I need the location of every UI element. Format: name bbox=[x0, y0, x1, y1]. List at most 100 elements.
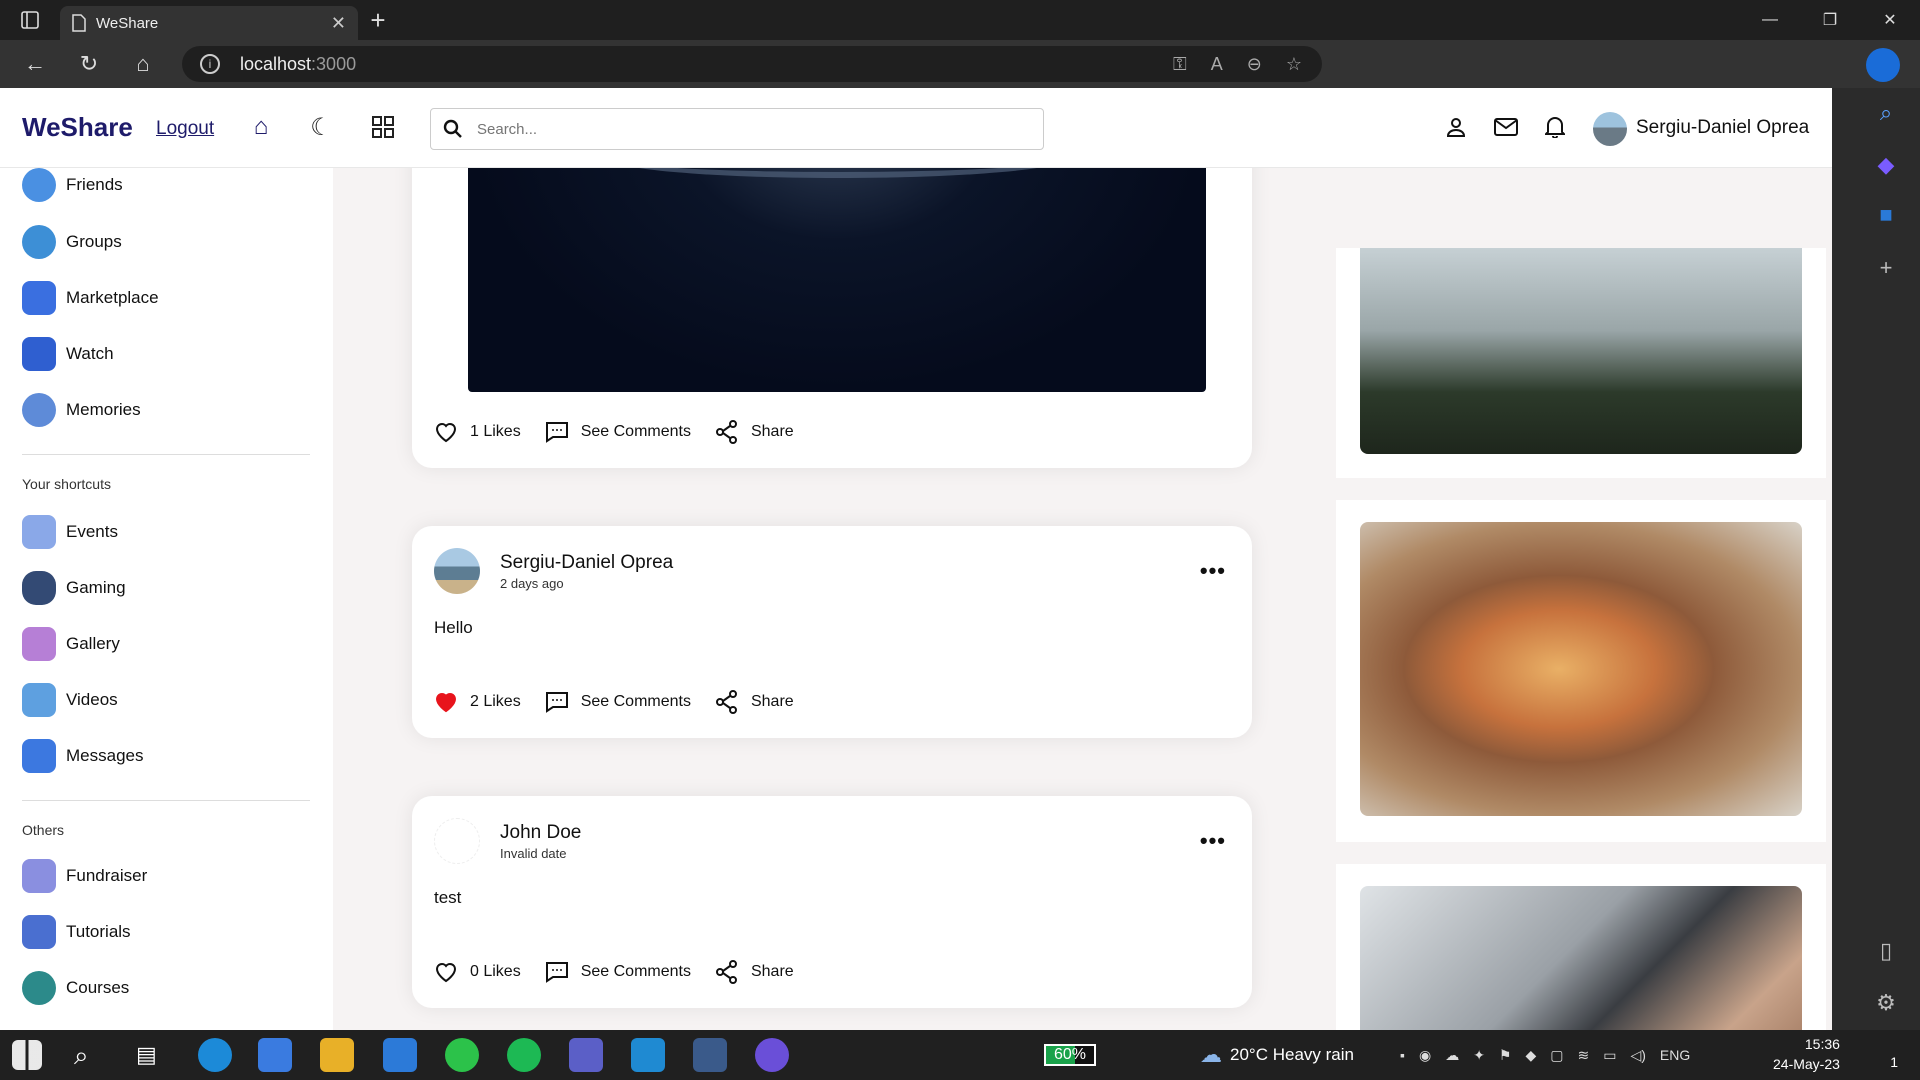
add-sidebar-icon[interactable]: + bbox=[1873, 255, 1899, 281]
sidebar-item-watch[interactable]: Watch bbox=[22, 337, 114, 371]
sidebar-item-events[interactable]: Events bbox=[22, 515, 118, 549]
bing-icon[interactable] bbox=[1866, 48, 1900, 82]
minimize-icon[interactable]: — bbox=[1740, 0, 1800, 40]
app-viewport: 1 Likes See Comments Share Sergiu-Daniel… bbox=[0, 88, 1832, 1030]
sidebar-item-gaming[interactable]: Gaming bbox=[22, 571, 126, 605]
notifications-icon[interactable]: 1 bbox=[1868, 1040, 1898, 1070]
search-input[interactable] bbox=[477, 120, 997, 138]
outlook-icon[interactable]: ■ bbox=[1873, 202, 1899, 228]
post-text: Hello bbox=[434, 618, 473, 637]
tab-actions-icon[interactable] bbox=[0, 0, 60, 40]
whatsapp-icon[interactable] bbox=[445, 1038, 479, 1072]
comments-button[interactable]: See Comments bbox=[545, 961, 691, 983]
onedrive-icon[interactable]: ☁ bbox=[1445, 1047, 1459, 1064]
tray-icon[interactable]: ⚑ bbox=[1499, 1047, 1512, 1064]
sidebar-item-memories[interactable]: Memories bbox=[22, 393, 141, 427]
share-button[interactable]: Share bbox=[715, 960, 794, 984]
sidebar-item-messages[interactable]: Messages bbox=[22, 739, 143, 773]
apps-grid-icon[interactable] bbox=[370, 114, 396, 140]
battery-widget[interactable]: 60% bbox=[1044, 1030, 1097, 1080]
sidebar-item-label: Courses bbox=[66, 978, 130, 997]
search-sidebar-icon[interactable]: ⌕ bbox=[1873, 100, 1899, 126]
refresh-icon[interactable]: ↻ bbox=[62, 40, 116, 88]
person-icon[interactable] bbox=[1443, 114, 1469, 140]
post-author[interactable]: Sergiu-Daniel Oprea bbox=[500, 552, 673, 574]
sidebar-item-marketplace[interactable]: Marketplace bbox=[22, 281, 159, 315]
sidebar-item-friends[interactable]: Friends bbox=[22, 168, 123, 202]
back-icon[interactable]: ← bbox=[8, 40, 62, 88]
like-button[interactable]: 2 Likes bbox=[434, 691, 521, 713]
bell-icon[interactable] bbox=[1542, 114, 1568, 140]
tray-icon[interactable]: ▢ bbox=[1550, 1047, 1563, 1064]
browser-tab[interactable]: WeShare ✕ bbox=[60, 6, 358, 40]
sidebar-item-tutorials[interactable]: Tutorials bbox=[22, 915, 131, 949]
avatar[interactable] bbox=[434, 548, 480, 594]
battery-icon[interactable]: ▭ bbox=[1603, 1047, 1616, 1064]
task-view-icon[interactable]: ▤ bbox=[136, 1038, 170, 1072]
phone-trading-image[interactable] bbox=[1360, 886, 1802, 1030]
weather-widget[interactable]: ☁ 20°C Heavy rain bbox=[1200, 1030, 1354, 1080]
share-button[interactable]: Share bbox=[715, 420, 794, 444]
mail-app-icon[interactable] bbox=[383, 1038, 417, 1072]
comments-button[interactable]: See Comments bbox=[545, 421, 691, 443]
url-field[interactable]: i localhost:3000 ⚿ A ⊖ ☆ bbox=[182, 46, 1322, 82]
app-taskbar-icon[interactable] bbox=[693, 1038, 727, 1072]
more-options-icon[interactable]: ••• bbox=[1200, 558, 1226, 584]
tray-icon[interactable]: ◉ bbox=[1419, 1047, 1431, 1064]
new-tab-button[interactable]: + bbox=[358, 5, 398, 36]
read-aloud-icon[interactable]: A bbox=[1211, 54, 1223, 75]
sidebar-item-gallery[interactable]: Gallery bbox=[22, 627, 120, 661]
post-actions: 0 Likes See Comments Share bbox=[434, 960, 818, 984]
copilot-icon[interactable]: ◆ bbox=[1873, 152, 1899, 178]
clock[interactable]: 15:36 24-May-23 bbox=[1773, 1034, 1840, 1074]
teams-icon[interactable] bbox=[569, 1038, 603, 1072]
spotify-icon[interactable] bbox=[507, 1038, 541, 1072]
like-button[interactable]: 1 Likes bbox=[434, 421, 521, 443]
home-icon[interactable]: ⌂ bbox=[248, 113, 274, 140]
dark-mode-icon[interactable]: ☾ bbox=[308, 114, 334, 141]
share-button[interactable]: Share bbox=[715, 690, 794, 714]
notification-count: 1 bbox=[1890, 1054, 1898, 1070]
settings-icon[interactable]: ⚙ bbox=[1873, 990, 1899, 1016]
more-options-icon[interactable]: ••• bbox=[1200, 828, 1226, 854]
comments-label: See Comments bbox=[580, 423, 691, 440]
zoom-out-icon[interactable]: ⊖ bbox=[1247, 54, 1262, 75]
search-taskbar-icon[interactable]: ⌕ bbox=[74, 1038, 108, 1072]
like-button[interactable]: 0 Likes bbox=[434, 961, 521, 983]
ferris-wheel-image[interactable] bbox=[1360, 248, 1802, 454]
favorite-add-icon[interactable]: ☆ bbox=[1286, 54, 1302, 75]
mail-icon[interactable] bbox=[1493, 114, 1519, 140]
avatar[interactable] bbox=[434, 818, 480, 864]
store-icon[interactable] bbox=[258, 1038, 292, 1072]
user-avatar[interactable] bbox=[1593, 112, 1627, 146]
pizza-image[interactable] bbox=[1360, 522, 1802, 816]
sidebar-item-videos[interactable]: Videos bbox=[22, 683, 118, 717]
close-tab-icon[interactable]: ✕ bbox=[331, 13, 346, 34]
shield-icon[interactable]: ◆ bbox=[1525, 1047, 1536, 1064]
tray-icon[interactable]: ✦ bbox=[1473, 1047, 1485, 1064]
comments-label: See Comments bbox=[580, 963, 691, 980]
hide-sidebar-icon[interactable]: ▯ bbox=[1873, 938, 1899, 964]
sidebar-item-groups[interactable]: Groups bbox=[22, 225, 122, 259]
site-info-icon[interactable]: i bbox=[200, 54, 220, 74]
file-explorer-icon[interactable] bbox=[320, 1038, 354, 1072]
wifi-icon[interactable]: ≋ bbox=[1578, 1047, 1590, 1064]
tray-icon[interactable]: ▪ bbox=[1400, 1047, 1405, 1063]
obs-icon[interactable] bbox=[755, 1038, 789, 1072]
close-window-icon[interactable]: ✕ bbox=[1860, 0, 1920, 40]
sidebar-item-courses[interactable]: Courses bbox=[22, 971, 129, 1005]
start-icon[interactable] bbox=[12, 1040, 42, 1070]
post-author[interactable]: John Doe bbox=[500, 822, 581, 844]
user-name[interactable]: Sergiu-Daniel Oprea bbox=[1636, 117, 1809, 139]
language-indicator[interactable]: ENG bbox=[1660, 1047, 1690, 1063]
edge-taskbar-icon[interactable] bbox=[198, 1038, 232, 1072]
comments-button[interactable]: See Comments bbox=[545, 691, 691, 713]
key-icon[interactable]: ⚿ bbox=[1173, 54, 1187, 75]
sidebar-item-fundraiser[interactable]: Fundraiser bbox=[22, 859, 147, 893]
home-icon[interactable]: ⌂ bbox=[116, 40, 170, 88]
vscode-icon[interactable] bbox=[631, 1038, 665, 1072]
volume-icon[interactable]: ◁) bbox=[1630, 1047, 1645, 1064]
logout-link[interactable]: Logout bbox=[156, 118, 214, 140]
app-logo[interactable]: WeShare bbox=[22, 112, 133, 143]
restore-icon[interactable]: ❐ bbox=[1800, 0, 1860, 40]
